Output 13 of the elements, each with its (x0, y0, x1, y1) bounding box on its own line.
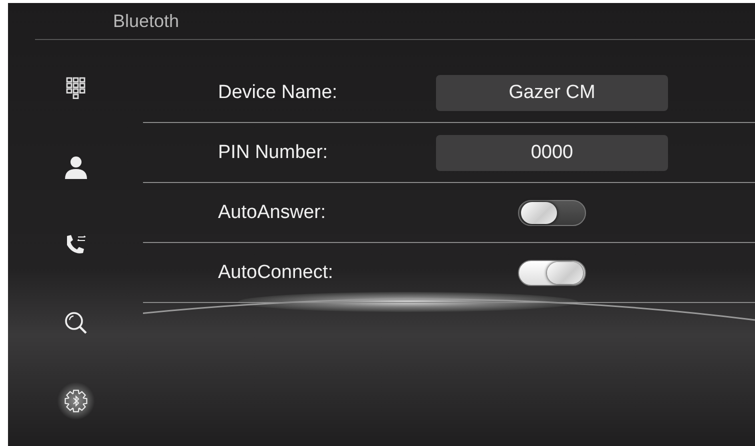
setting-label: AutoAnswer: (217, 202, 327, 224)
bluetooth-gear-icon (64, 389, 88, 413)
toggle-switch[interactable] (518, 200, 586, 226)
value-field[interactable]: 0000 (436, 134, 668, 170)
toggle-switch[interactable] (518, 260, 586, 286)
screen-title: Bluetoth (113, 11, 180, 33)
search-icon (64, 311, 88, 335)
setting-label: AutoConnect: (217, 262, 334, 284)
person-icon (64, 155, 88, 179)
value-field[interactable]: Gazer CM (436, 74, 668, 110)
setting-label: Device Name: (217, 82, 338, 104)
setting-label: PIN Number: (217, 142, 329, 164)
keypad-icon (64, 77, 88, 101)
